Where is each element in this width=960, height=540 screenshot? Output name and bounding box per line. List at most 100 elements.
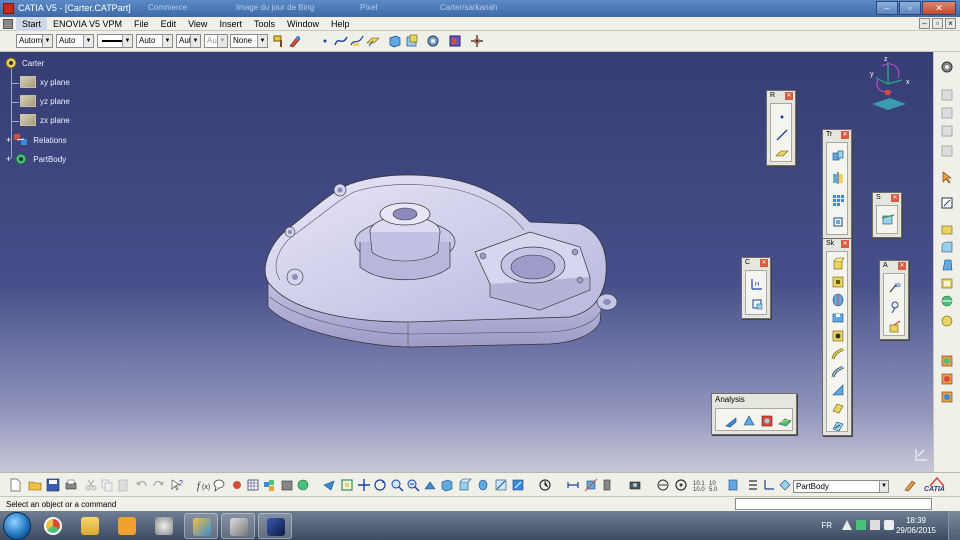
- formula-icon[interactable]: f (x): [196, 478, 210, 492]
- measure-disabled-icon[interactable]: [940, 144, 954, 158]
- curvature-analysis-icon[interactable]: [742, 414, 756, 428]
- macro-icon[interactable]: [230, 478, 244, 492]
- ordered-list-icon[interactable]: [746, 478, 760, 492]
- plane-icon[interactable]: [366, 34, 380, 48]
- constraints-toolbar[interactable]: C ✕ H: [741, 257, 771, 319]
- transformations-toolbar[interactable]: Tr ✕: [822, 129, 852, 239]
- copy-icon[interactable]: [100, 478, 114, 492]
- measure-inertia-icon[interactable]: [600, 478, 614, 492]
- current-body-select[interactable]: PartBody ▼: [793, 480, 889, 493]
- taskbar-app-5[interactable]: [184, 513, 218, 539]
- pad-surface-icon[interactable]: [388, 34, 402, 48]
- reference-elements-toolbar[interactable]: R ✕: [766, 90, 796, 166]
- measure-disabled-icon[interactable]: [940, 88, 954, 102]
- mirror-icon[interactable]: [831, 171, 845, 185]
- maximize-button[interactable]: ▫: [899, 1, 921, 15]
- fillet-icon[interactable]: [940, 240, 954, 254]
- tree-item-yz-plane[interactable]: yz plane: [20, 95, 70, 107]
- close-button[interactable]: ✕: [922, 1, 956, 15]
- transparency-select[interactable]: Auto ▼: [56, 34, 94, 48]
- thread-analysis-icon[interactable]: [760, 414, 774, 428]
- multi-section-solid-icon[interactable]: [831, 401, 845, 415]
- body-selector-icon[interactable]: [778, 478, 792, 492]
- tree-root-carter[interactable]: Carter: [4, 56, 44, 70]
- knowledge-advisor-icon[interactable]: [903, 478, 917, 492]
- view-cube-icon[interactable]: [458, 478, 472, 492]
- knowledge-gear-icon[interactable]: [426, 34, 440, 48]
- update-icon[interactable]: [538, 478, 552, 492]
- measure-disabled-icon[interactable]: [940, 106, 954, 120]
- line-icon[interactable]: [775, 128, 789, 142]
- pad-icon[interactable]: [940, 222, 954, 236]
- reframe-icon[interactable]: [656, 478, 670, 492]
- show-desktop-button[interactable]: [948, 511, 960, 540]
- normal-view-icon[interactable]: [423, 478, 437, 492]
- constraint-defined-icon[interactable]: [750, 297, 764, 311]
- tolerance-icon[interactable]: 105.0: [708, 478, 722, 492]
- shell-icon[interactable]: [940, 276, 954, 290]
- iso-view-icon[interactable]: [440, 478, 454, 492]
- menu-start[interactable]: Start: [16, 16, 48, 31]
- doc-minimize-button[interactable]: –: [919, 18, 930, 29]
- taskbar-explorer[interactable]: [73, 513, 107, 539]
- toolbar-close-icon[interactable]: ✕: [841, 131, 849, 139]
- removed-multi-section-icon[interactable]: [831, 419, 845, 433]
- 3d-viewport[interactable]: Carter xy plane yz plane zx plane + Rela…: [0, 52, 933, 472]
- clock[interactable]: 18:39 29/06/2015: [896, 516, 936, 536]
- rotation-tool-icon[interactable]: [674, 478, 688, 492]
- 3d-annotation-icon[interactable]: [888, 320, 902, 334]
- compass-tool-icon[interactable]: [470, 34, 484, 48]
- taskbar-app-6[interactable]: [221, 513, 255, 539]
- toolbar-close-icon[interactable]: ✕: [760, 259, 768, 267]
- command-input[interactable]: [735, 498, 932, 510]
- assemble-icon[interactable]: [940, 354, 954, 368]
- pad-icon[interactable]: [831, 257, 845, 271]
- toolbar-close-icon[interactable]: ✕: [785, 92, 793, 100]
- fly-mode-icon[interactable]: [322, 478, 336, 492]
- ruler-icon[interactable]: 10.110.0: [692, 478, 706, 492]
- body-icon[interactable]: [280, 478, 294, 492]
- menu-help[interactable]: Help: [325, 17, 356, 31]
- layer-select[interactable]: None ▼: [230, 34, 268, 48]
- tray-volume-icon[interactable]: [884, 520, 894, 530]
- rib-icon[interactable]: [831, 347, 845, 361]
- draft-icon[interactable]: [940, 258, 954, 272]
- table-icon[interactable]: [246, 478, 260, 492]
- windows-start-button[interactable]: [3, 512, 31, 540]
- swap-visible-space-icon[interactable]: [511, 478, 525, 492]
- tree-item-zx-plane[interactable]: zx plane: [20, 114, 70, 126]
- open-folder-icon[interactable]: [28, 478, 42, 492]
- carter-part-model[interactable]: [250, 172, 630, 357]
- measure-between-icon[interactable]: [566, 478, 580, 492]
- doc-restore-button[interactable]: ▫: [932, 18, 943, 29]
- pan-icon[interactable]: [357, 478, 371, 492]
- redo-icon[interactable]: [152, 478, 166, 492]
- menu-enovia[interactable]: ENOVIA V5 VPM: [47, 17, 128, 31]
- menu-view[interactable]: View: [182, 17, 213, 31]
- groove-icon[interactable]: [831, 311, 845, 325]
- catalog-icon[interactable]: [262, 478, 276, 492]
- remove-body-icon[interactable]: [940, 390, 954, 404]
- taskbar-catia[interactable]: [258, 513, 292, 539]
- fill-color-select[interactable]: Autom ▼: [16, 34, 53, 48]
- curve-on-surface-icon[interactable]: [350, 34, 364, 48]
- point-symbol-select[interactable]: Aut ▼: [176, 34, 201, 48]
- rendering-style-select[interactable]: Aut ▼: [204, 34, 228, 48]
- tree-item-xy-plane[interactable]: xy plane: [20, 76, 70, 88]
- catia-app-icon[interactable]: [3, 3, 14, 14]
- whats-this-icon[interactable]: ?: [170, 478, 184, 492]
- save-icon[interactable]: [46, 478, 60, 492]
- tree-item-relations[interactable]: + Relations: [6, 133, 67, 147]
- hide-show-icon[interactable]: [494, 478, 508, 492]
- annotations-toolbar[interactable]: A ✕ ab: [879, 260, 909, 340]
- rectangular-pattern-icon[interactable]: [831, 193, 845, 207]
- boolean-icon[interactable]: [940, 314, 954, 328]
- measure-item-icon[interactable]: [584, 478, 598, 492]
- new-file-icon[interactable]: [8, 478, 22, 492]
- thread-icon[interactable]: [940, 294, 954, 308]
- pocket-icon[interactable]: [831, 275, 845, 289]
- line-type-select[interactable]: Auto ▼: [136, 34, 173, 48]
- rotate-icon[interactable]: [373, 478, 387, 492]
- text-with-leader-icon[interactable]: ab: [888, 280, 902, 294]
- measure-disabled-icon[interactable]: [940, 124, 954, 138]
